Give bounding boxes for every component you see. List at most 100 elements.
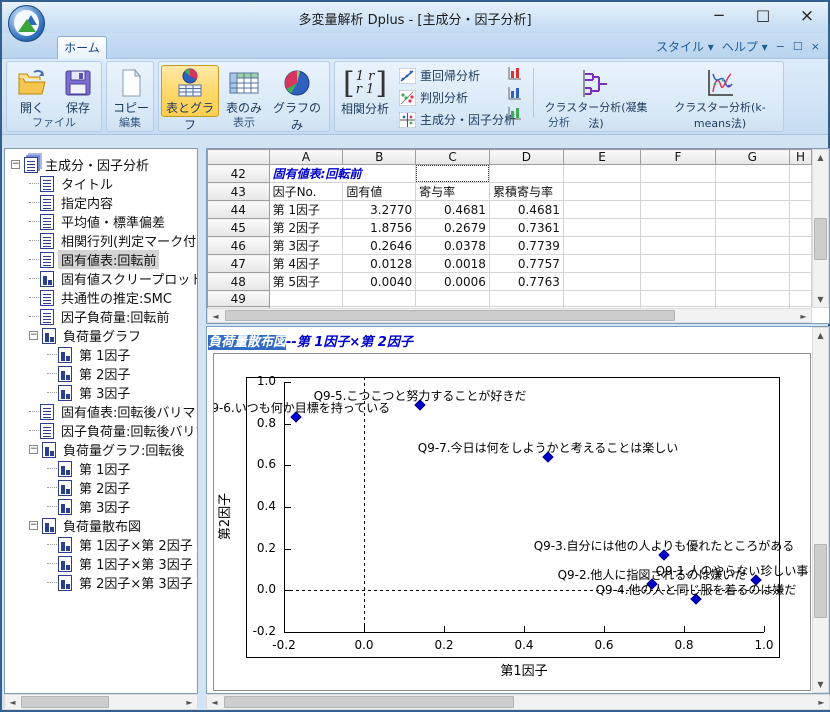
chart-vscroll-thumb[interactable] bbox=[814, 544, 827, 618]
copy-button[interactable]: コピー bbox=[109, 65, 153, 117]
scroll-left-icon[interactable]: ◄ bbox=[208, 309, 223, 324]
column-header-D[interactable]: D bbox=[489, 150, 563, 165]
save-button[interactable]: 保存 bbox=[56, 65, 100, 117]
column-header-F[interactable]: F bbox=[641, 150, 715, 165]
tree-item[interactable]: 第 2因子×第 3因子 bbox=[47, 573, 196, 592]
sheet-vscroll-thumb[interactable] bbox=[814, 218, 827, 260]
chart-hscrollbar[interactable]: ◄ ► bbox=[206, 694, 830, 710]
cell-H45[interactable] bbox=[790, 219, 812, 237]
cell-C46[interactable]: 0.0378 bbox=[416, 237, 490, 255]
row-header-43[interactable]: 43 bbox=[208, 183, 270, 201]
tree-item[interactable]: 固有値表:回転前 bbox=[29, 250, 159, 269]
mdi-restore-button[interactable]: ☐ bbox=[793, 40, 803, 53]
cell-A44[interactable]: 第 1因子 bbox=[269, 201, 343, 219]
cell-G47[interactable] bbox=[715, 255, 789, 273]
tree-item[interactable]: 第 1因子 bbox=[47, 345, 133, 364]
cell-G44[interactable] bbox=[715, 201, 789, 219]
cell-F43[interactable] bbox=[641, 183, 715, 201]
cell-G42[interactable] bbox=[715, 165, 789, 183]
app-logo-icon[interactable] bbox=[8, 5, 45, 42]
tree-item[interactable]: 第 1因子×第 2因子 bbox=[47, 535, 196, 554]
collapse-minus-icon[interactable]: − bbox=[29, 445, 38, 454]
cell-B49[interactable] bbox=[343, 291, 416, 307]
cell-F44[interactable] bbox=[641, 201, 715, 219]
sheet-hscroll-thumb[interactable] bbox=[225, 310, 675, 321]
correlation-analysis-button[interactable]: [ 1 rr 1 ] 相関分析 bbox=[337, 65, 393, 117]
cell-D46[interactable]: 0.7739 bbox=[489, 237, 563, 255]
open-button[interactable]: 開く bbox=[10, 65, 54, 117]
cell-C47[interactable]: 0.0018 bbox=[416, 255, 490, 273]
cell-H42[interactable] bbox=[790, 165, 812, 183]
table-and-chart-button[interactable]: 表とグラフ bbox=[161, 65, 219, 117]
cell-C42[interactable] bbox=[416, 165, 490, 183]
cell-D43[interactable]: 累積寄与率 bbox=[489, 183, 563, 201]
maximize-button[interactable]: □ bbox=[752, 6, 774, 26]
cell-E42[interactable] bbox=[563, 165, 640, 183]
column-header-G[interactable]: G bbox=[715, 150, 789, 165]
cell-F42[interactable] bbox=[641, 165, 715, 183]
tree-item[interactable]: −負荷量グラフ bbox=[29, 326, 144, 345]
row-header-47[interactable]: 47 bbox=[208, 255, 270, 273]
cell-A46[interactable]: 第 3因子 bbox=[269, 237, 343, 255]
scroll-right-icon[interactable]: ► bbox=[814, 695, 829, 710]
cell-E46[interactable] bbox=[563, 237, 640, 255]
cell-B43[interactable]: 固有値 bbox=[343, 183, 416, 201]
cell-D42[interactable] bbox=[489, 165, 563, 183]
mini-chart-blue-icon[interactable] bbox=[507, 86, 523, 101]
tree-hscroll-thumb[interactable] bbox=[21, 696, 109, 708]
cell-C43[interactable]: 寄与率 bbox=[416, 183, 490, 201]
cell-F49[interactable] bbox=[641, 291, 715, 307]
cell-A48[interactable]: 第 5因子 bbox=[269, 273, 343, 291]
cluster-kmeans-button[interactable]: クラスター分析(k-means法) bbox=[657, 65, 783, 117]
row-header-42[interactable]: 42 bbox=[208, 165, 270, 183]
tree-item[interactable]: 因子負荷量:回転前 bbox=[29, 307, 172, 326]
discriminant-analysis-item[interactable]: 判別分析 bbox=[395, 87, 525, 108]
cell-E48[interactable] bbox=[563, 273, 640, 291]
cell-C49[interactable] bbox=[416, 291, 490, 307]
cell-H43[interactable] bbox=[790, 183, 812, 201]
tree-item[interactable]: 因子負荷量:回転後バリマックス bbox=[29, 421, 198, 440]
collapse-minus-icon[interactable]: − bbox=[29, 331, 38, 340]
sheet-hscrollbar[interactable]: ◄ ► bbox=[207, 308, 812, 323]
style-menu[interactable]: スタイル ▾ bbox=[656, 38, 714, 55]
cell-B47[interactable]: 0.0128 bbox=[343, 255, 416, 273]
tree-item[interactable]: 第 3因子 bbox=[47, 383, 133, 402]
cell-D45[interactable]: 0.7361 bbox=[489, 219, 563, 237]
cell-B45[interactable]: 1.8756 bbox=[343, 219, 416, 237]
close-button[interactable]: × bbox=[796, 6, 818, 26]
cell-F46[interactable] bbox=[641, 237, 715, 255]
cell-D47[interactable]: 0.7757 bbox=[489, 255, 563, 273]
scatter-plot[interactable]: -0.20.00.20.40.60.81.0-0.20.00.20.40.60.… bbox=[213, 353, 811, 691]
row-header-48[interactable]: 48 bbox=[208, 273, 270, 291]
cell-A43[interactable]: 因子No. bbox=[269, 183, 343, 201]
column-header-C[interactable]: C bbox=[416, 150, 490, 165]
cell-H47[interactable] bbox=[790, 255, 812, 273]
cell-D49[interactable] bbox=[489, 291, 563, 307]
mdi-close-button[interactable]: × bbox=[811, 40, 820, 53]
cluster-agglomerative-button[interactable]: クラスター分析(凝集法) bbox=[537, 65, 655, 117]
cell-C48[interactable]: 0.0006 bbox=[416, 273, 490, 291]
tree-hscrollbar[interactable]: ◄ ► bbox=[4, 694, 198, 710]
cell-E47[interactable] bbox=[563, 255, 640, 273]
cell-A45[interactable]: 第 2因子 bbox=[269, 219, 343, 237]
tree-item[interactable]: 第 2因子 bbox=[47, 364, 133, 383]
cell-G48[interactable] bbox=[715, 273, 789, 291]
column-header-H[interactable]: H bbox=[790, 150, 812, 165]
scroll-down-icon[interactable]: ▼ bbox=[813, 677, 828, 692]
cell-F48[interactable] bbox=[641, 273, 715, 291]
cell-A47[interactable]: 第 4因子 bbox=[269, 255, 343, 273]
chart-only-button[interactable]: グラフのみ bbox=[267, 65, 327, 117]
chart-vscrollbar[interactable]: ▲ ▼ bbox=[812, 327, 829, 693]
row-header-44[interactable]: 44 bbox=[208, 201, 270, 219]
cell-G49[interactable] bbox=[715, 291, 789, 307]
sheet-vscrollbar[interactable]: ▲ ▼ bbox=[812, 149, 829, 308]
scroll-right-icon[interactable]: ► bbox=[182, 695, 197, 710]
minimize-button[interactable]: − bbox=[708, 6, 730, 26]
scroll-left-icon[interactable]: ◄ bbox=[207, 695, 222, 710]
tree-item[interactable]: 指定内容 bbox=[29, 193, 116, 212]
cell-G43[interactable] bbox=[715, 183, 789, 201]
cell-F47[interactable] bbox=[641, 255, 715, 273]
sheet-corner-cell[interactable] bbox=[208, 150, 270, 165]
scroll-up-icon[interactable]: ▲ bbox=[813, 328, 828, 343]
cell-E44[interactable] bbox=[563, 201, 640, 219]
